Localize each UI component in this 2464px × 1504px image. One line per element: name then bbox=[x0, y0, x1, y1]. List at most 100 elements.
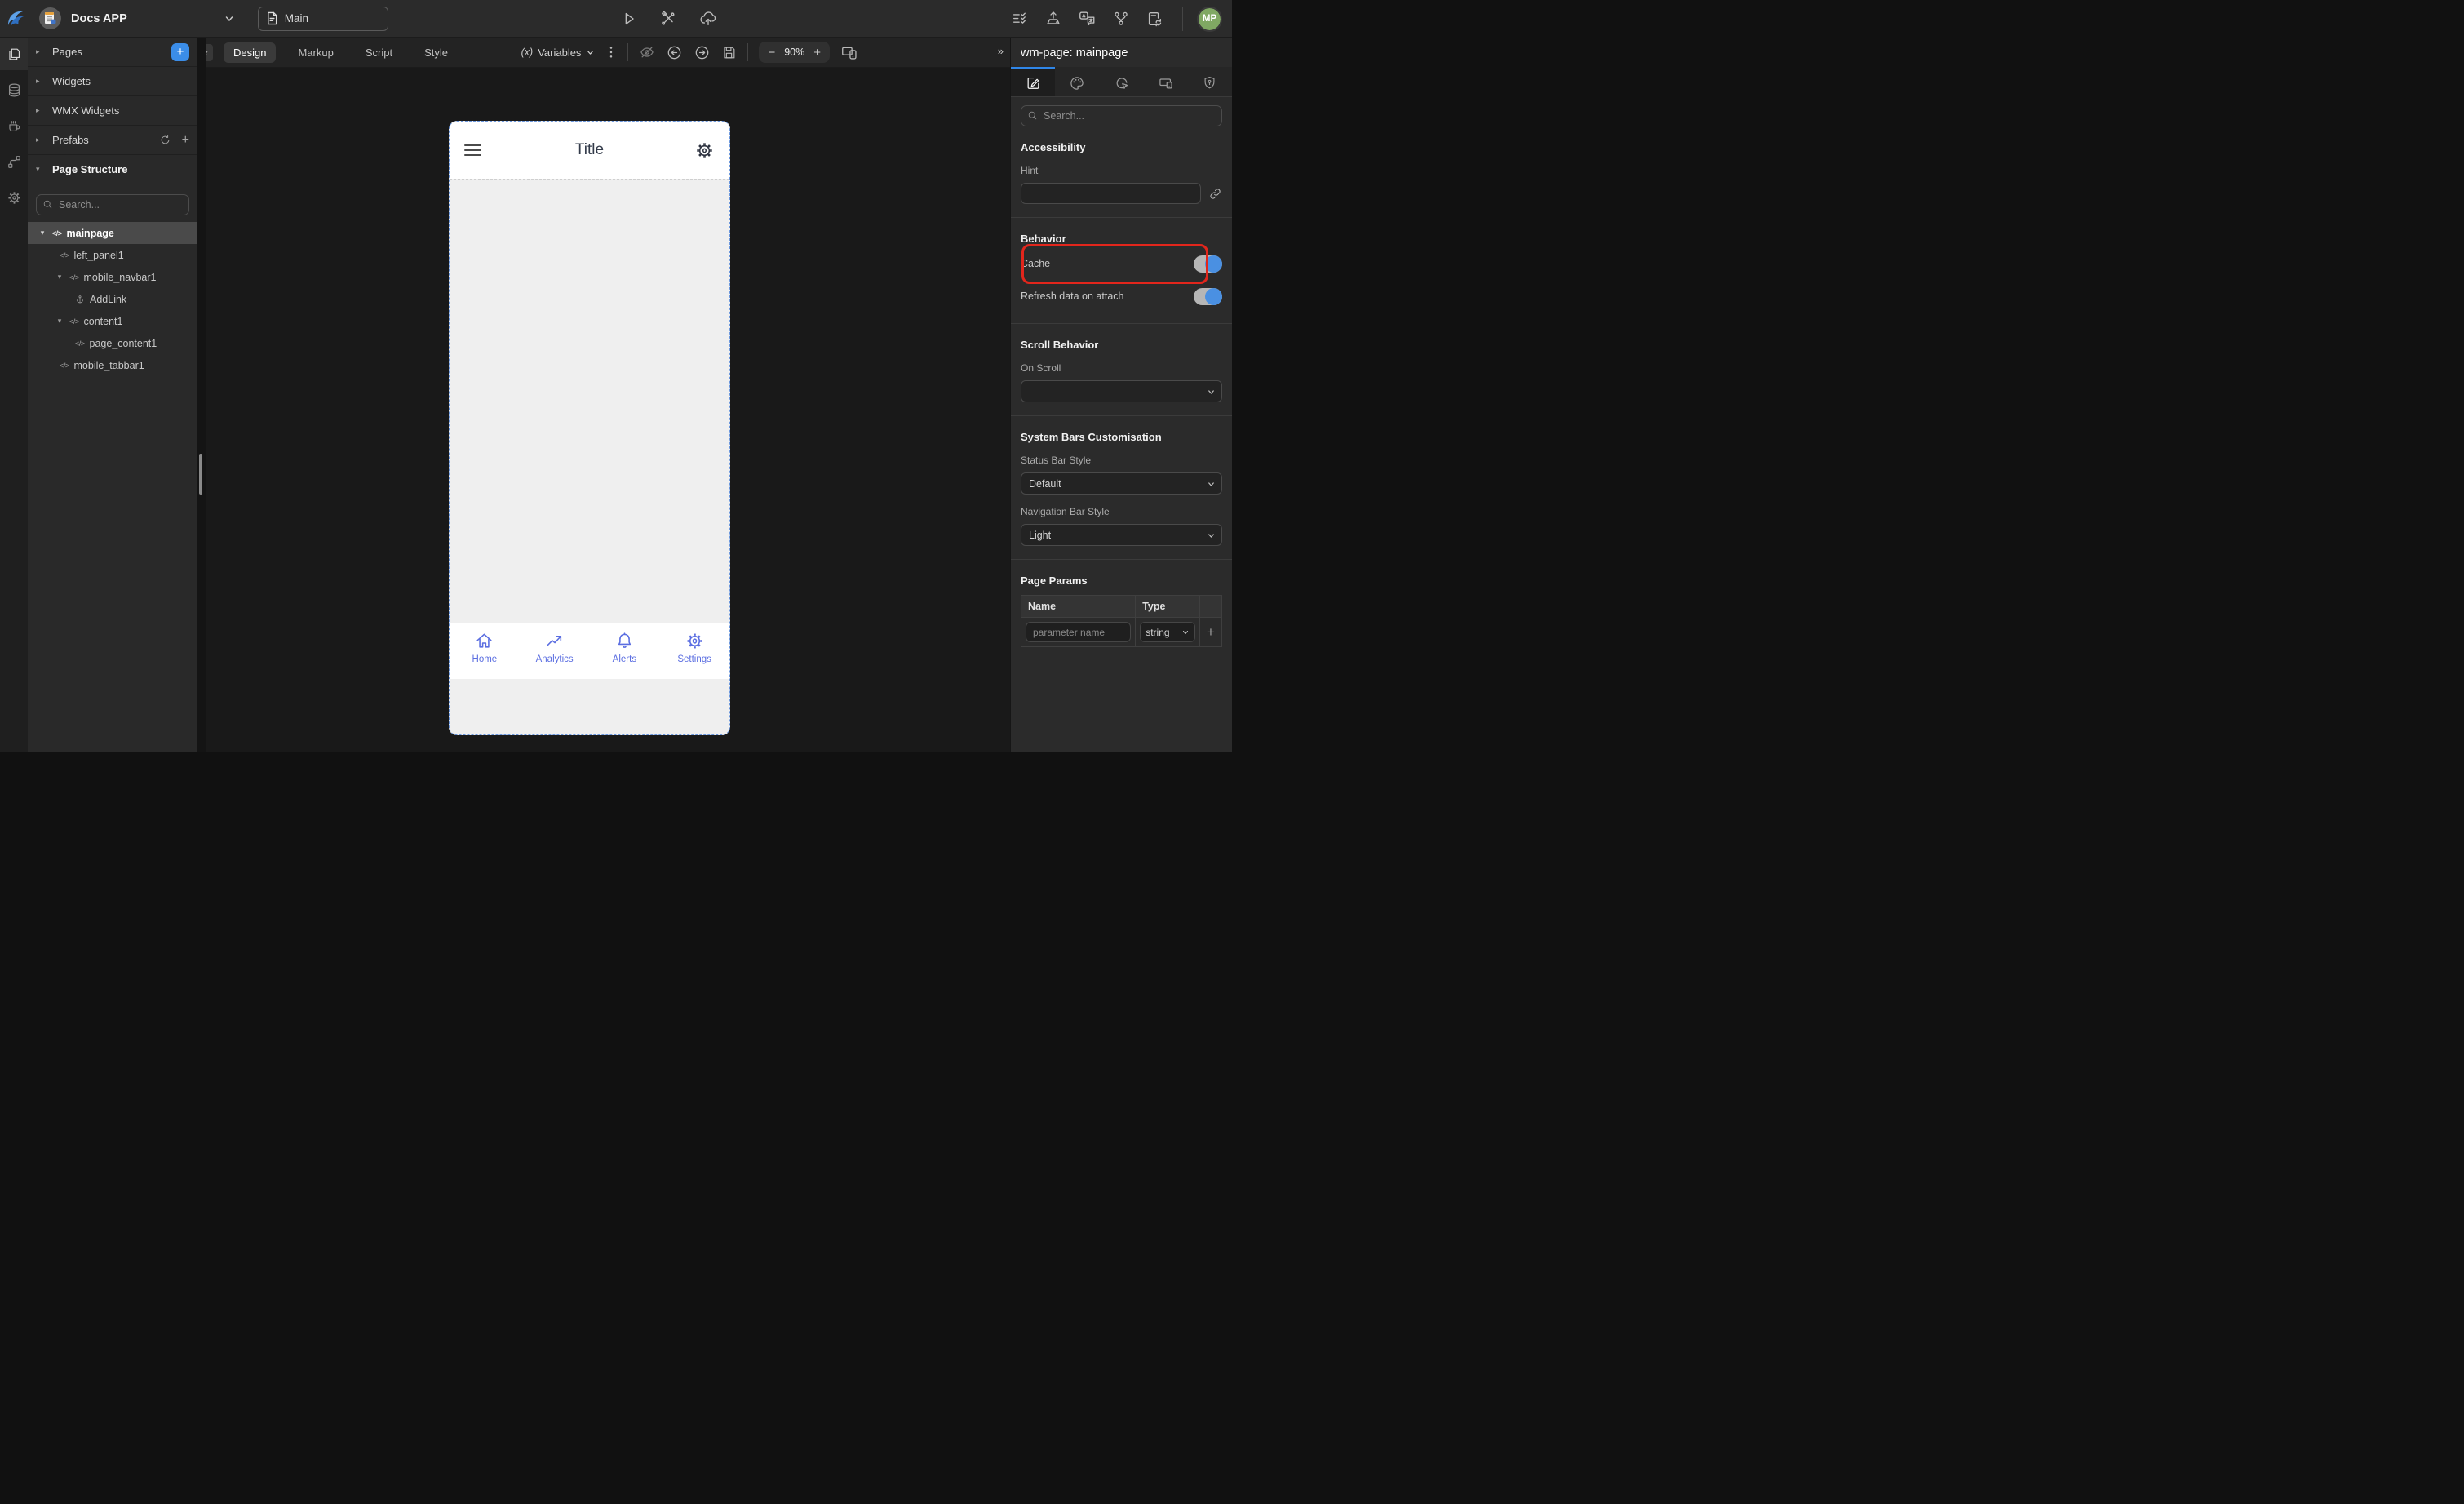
tab-properties[interactable] bbox=[1011, 67, 1056, 96]
status-bar-style-select[interactable]: Default bbox=[1021, 472, 1222, 495]
phone-preview[interactable]: Title Home Analytics Alerts Settings bbox=[449, 121, 730, 735]
tab-devices[interactable] bbox=[1144, 67, 1188, 96]
rail-pages-item[interactable] bbox=[0, 38, 28, 70]
tab-design[interactable]: Design bbox=[224, 42, 277, 63]
device-preview-button[interactable] bbox=[840, 44, 859, 61]
bind-link-icon[interactable] bbox=[1208, 187, 1222, 201]
version-control-branch-button[interactable] bbox=[1112, 10, 1130, 28]
tab-script[interactable]: Script bbox=[356, 42, 402, 63]
zoom-in-button[interactable]: + bbox=[813, 47, 821, 59]
rail-database-item[interactable] bbox=[0, 73, 28, 106]
mobile-tab-analytics[interactable]: Analytics bbox=[520, 631, 590, 679]
mobile-tab-alerts[interactable]: Alerts bbox=[590, 631, 660, 679]
properties-tabs bbox=[1011, 67, 1232, 97]
chevron-down-icon bbox=[1208, 534, 1214, 538]
mobile-tab-label: Alerts bbox=[612, 654, 637, 664]
translate-button[interactable] bbox=[1078, 10, 1097, 28]
tab-style[interactable]: Style bbox=[414, 42, 458, 63]
page-sync-button[interactable] bbox=[1146, 10, 1163, 28]
user-avatar[interactable]: MP bbox=[1197, 6, 1222, 32]
cache-toggle[interactable] bbox=[1194, 255, 1222, 273]
refresh-on-attach-label: Refresh data on attach bbox=[1021, 291, 1124, 302]
tab-styles[interactable] bbox=[1055, 67, 1099, 96]
toolbar-divider bbox=[747, 43, 749, 61]
properties-panel: wm-page: mainpage Search... Accessibilit… bbox=[1010, 38, 1232, 752]
topbar-right-actions: MP bbox=[1011, 0, 1232, 38]
checklist-button[interactable] bbox=[1011, 10, 1029, 28]
run-play-button[interactable] bbox=[620, 10, 638, 28]
add-prefab-button[interactable]: + bbox=[182, 133, 189, 147]
section-prefabs[interactable]: ▸ Prefabs + bbox=[28, 126, 197, 155]
add-page-button[interactable]: + bbox=[171, 42, 189, 61]
caret-down-icon[interactable]: ▾ bbox=[55, 317, 64, 326]
rail-services-item[interactable] bbox=[0, 109, 28, 142]
nav-bar-style-select[interactable]: Light bbox=[1021, 524, 1222, 546]
caret-down-icon[interactable]: ▾ bbox=[55, 273, 64, 282]
undo-button[interactable] bbox=[666, 44, 683, 61]
tree-item-mainpage[interactable]: ▾ </> mainpage bbox=[28, 222, 197, 244]
app-icon-avatar[interactable] bbox=[39, 7, 61, 29]
tab-events[interactable] bbox=[1099, 67, 1143, 96]
mobile-page-content[interactable] bbox=[450, 179, 729, 623]
page-params-table: Name Type string + bbox=[1020, 595, 1223, 647]
section-page-structure[interactable]: ▾ Page Structure bbox=[28, 155, 197, 184]
canvas-toolbar: « Design Markup Script Style (x) Variabl… bbox=[197, 38, 1010, 68]
zoom-out-button[interactable]: − bbox=[768, 47, 775, 59]
redo-button[interactable] bbox=[694, 44, 711, 61]
panel-scrollbar-thumb[interactable] bbox=[199, 454, 202, 495]
param-type-header: Type bbox=[1135, 595, 1200, 618]
add-param-button[interactable]: + bbox=[1199, 617, 1223, 647]
mobile-navbar[interactable]: Title bbox=[450, 122, 729, 179]
export-build-button[interactable] bbox=[1044, 10, 1062, 28]
on-scroll-label: On Scroll bbox=[1021, 362, 1061, 374]
cloud-upload-button[interactable] bbox=[698, 10, 718, 28]
tab-security[interactable] bbox=[1188, 67, 1232, 96]
search-icon bbox=[1028, 111, 1037, 120]
app-switcher-chevron-icon[interactable] bbox=[224, 13, 235, 24]
tree-item-addlink[interactable]: AddLink bbox=[28, 288, 197, 310]
section-wmx-widgets[interactable]: ▸ WMX Widgets bbox=[28, 96, 197, 126]
page-selector[interactable]: Main bbox=[257, 6, 388, 31]
hidden-widgets-eye-off-button[interactable] bbox=[639, 44, 655, 60]
tab-markup[interactable]: Markup bbox=[288, 42, 343, 63]
tree-item-content1[interactable]: ▾ </> content1 bbox=[28, 310, 197, 332]
caret-right-icon: ▸ bbox=[36, 47, 40, 55]
app-title: Docs APP bbox=[71, 11, 127, 25]
mobile-navbar-gear-icon[interactable] bbox=[694, 140, 715, 161]
chevron-down-icon bbox=[1208, 482, 1214, 486]
mobile-tab-home[interactable]: Home bbox=[450, 631, 520, 679]
refresh-icon[interactable] bbox=[159, 134, 171, 146]
save-button[interactable] bbox=[721, 45, 737, 60]
section-widgets[interactable]: ▸ Widgets bbox=[28, 67, 197, 96]
variables-dropdown[interactable]: (x) Variables bbox=[521, 47, 596, 59]
coffee-cup-icon bbox=[8, 120, 20, 131]
structure-search-input[interactable] bbox=[36, 194, 189, 215]
tree-item-page-content1[interactable]: </> page_content1 bbox=[28, 332, 197, 354]
param-name-input[interactable] bbox=[1026, 622, 1132, 642]
mobile-tab-settings[interactable]: Settings bbox=[659, 631, 729, 679]
properties-search bbox=[1021, 105, 1222, 126]
tree-item-left-panel1[interactable]: </> left_panel1 bbox=[28, 244, 197, 266]
rail-settings-item[interactable] bbox=[0, 181, 28, 214]
refresh-on-attach-toggle[interactable] bbox=[1194, 287, 1222, 305]
tree-item-label: AddLink bbox=[90, 293, 127, 305]
cursor-click-icon bbox=[1116, 77, 1128, 89]
param-action-header bbox=[1199, 595, 1223, 618]
document-icon bbox=[267, 11, 277, 25]
tree-item-mobile-navbar1[interactable]: ▾ </> mobile_navbar1 bbox=[28, 266, 197, 288]
caret-down-icon[interactable]: ▾ bbox=[38, 228, 47, 237]
section-pages[interactable]: ▸ Pages + bbox=[28, 38, 197, 67]
refresh-on-attach-row: Refresh data on attach bbox=[1021, 282, 1222, 310]
tree-item-mobile-tabbar1[interactable]: </> mobile_tabbar1 bbox=[28, 354, 197, 376]
hint-input[interactable] bbox=[1021, 183, 1201, 204]
properties-search-input[interactable] bbox=[1021, 105, 1222, 126]
on-scroll-select[interactable] bbox=[1021, 380, 1222, 402]
build-tools-button[interactable] bbox=[659, 10, 677, 28]
code-widget-icon: </> bbox=[69, 317, 79, 326]
param-type-select[interactable]: string bbox=[1140, 622, 1195, 642]
rail-flow-item[interactable] bbox=[0, 145, 28, 178]
kebab-menu-button[interactable] bbox=[605, 46, 617, 59]
expand-right-panel-button[interactable]: » bbox=[998, 45, 1004, 57]
properties-panel-title: wm-page: mainpage bbox=[1021, 47, 1128, 60]
gear-icon bbox=[7, 191, 20, 204]
